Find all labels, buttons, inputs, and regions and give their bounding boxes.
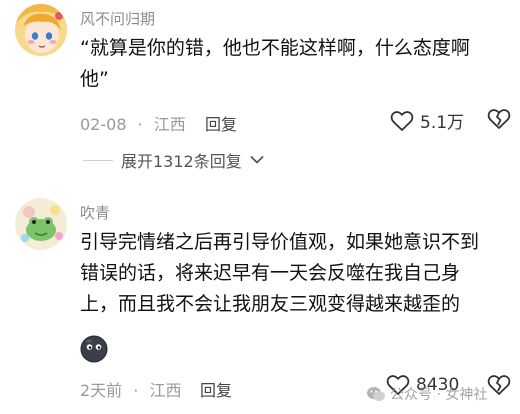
meta-separator: · bbox=[137, 115, 143, 134]
dark-blob-emoji bbox=[79, 334, 109, 368]
divider-dash bbox=[83, 159, 113, 161]
comment-location: 江西 bbox=[153, 115, 186, 134]
dislike-button[interactable] bbox=[487, 374, 511, 400]
meta-separator: · bbox=[133, 381, 139, 400]
chevron-down-icon bbox=[250, 156, 264, 164]
comment-meta: 02-08 · 江西 bbox=[80, 111, 186, 135]
reply-button[interactable]: 回复 bbox=[205, 111, 237, 135]
comment-text: 引导完情绪之后再引导价值观，如果她意识不到 错误的话，将来迟早有一天会反噬在我自… bbox=[80, 227, 479, 320]
broken-heart-icon bbox=[487, 375, 511, 395]
dark-blob-emoji-icon bbox=[80, 335, 108, 363]
dislike-button[interactable] bbox=[487, 108, 511, 134]
watermark: 公众号 · 女神社 bbox=[366, 384, 487, 404]
comment-text-line: 上，而且我不会让我朋友三观变得越来越歪的 bbox=[80, 293, 461, 315]
comment-item: 风不问归期 “就算是你的错，他也不能这样啊，什么态度啊 他” 02-08 · 江… bbox=[0, 0, 520, 150]
comment-text-line: “就算是你的错，他也不能这样啊，什么态度啊 bbox=[80, 37, 470, 59]
cartoon-frog-avatar-icon bbox=[15, 198, 67, 250]
like-count: 5.1万 bbox=[420, 113, 465, 133]
reply-button[interactable]: 回复 bbox=[200, 377, 232, 401]
username[interactable]: 吹青 bbox=[80, 202, 110, 223]
username[interactable]: 风不问归期 bbox=[80, 8, 155, 29]
comment-date: 02-08 bbox=[80, 115, 127, 134]
heart-icon bbox=[390, 110, 414, 131]
anime-girl-avatar-icon bbox=[15, 4, 67, 56]
comment-text-line: 引导完情绪之后再引导价值观，如果她意识不到 bbox=[80, 231, 480, 253]
comment-text-line: 他” bbox=[80, 68, 109, 90]
comment-item: 吹青 引导完情绪之后再引导价值观，如果她意识不到 错误的话，将来迟早有一天会反噬… bbox=[0, 190, 520, 414]
comment-meta: 2天前 · 江西 bbox=[80, 377, 181, 401]
comment-date: 2天前 bbox=[80, 381, 123, 400]
watermark-text: 公众号 · 女神社 bbox=[390, 387, 488, 403]
like-button[interactable]: 5.1万 bbox=[390, 108, 464, 133]
avatar[interactable] bbox=[15, 4, 67, 56]
wechat-icon bbox=[367, 387, 385, 401]
comment-text-line: 错误的话，将来迟早有一天会反噬在我自己身 bbox=[80, 262, 461, 284]
avatar[interactable] bbox=[15, 198, 67, 250]
expand-replies-button[interactable]: 展开1312条回复 bbox=[83, 148, 264, 172]
expand-replies-label: 展开1312条回复 bbox=[121, 152, 242, 171]
comment-text: “就算是你的错，他也不能这样啊，什么态度啊 他” bbox=[80, 33, 470, 95]
comment-location: 江西 bbox=[149, 381, 182, 400]
broken-heart-icon bbox=[487, 109, 511, 129]
